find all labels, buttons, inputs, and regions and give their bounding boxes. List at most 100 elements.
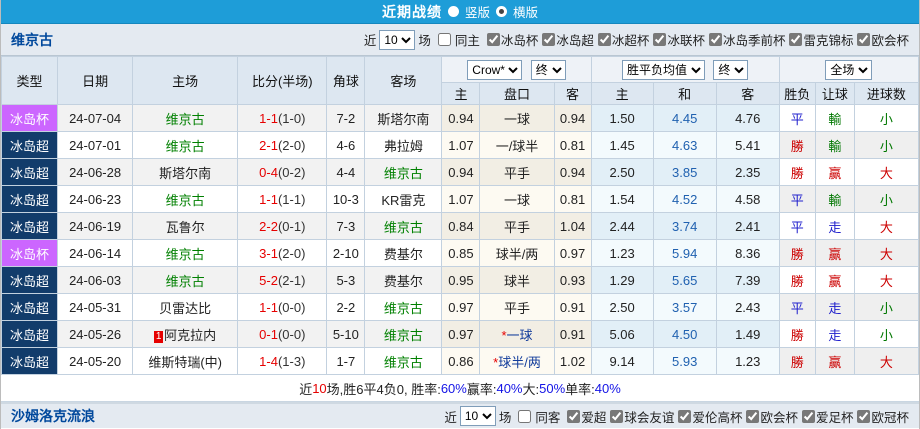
avg-state-select[interactable]: 终 [713,60,748,80]
half-score: (0-0) [278,300,305,315]
avg-odds-select[interactable]: 胜平负均值 [622,60,705,80]
half-score: (0-1) [278,219,305,234]
full-score: 1-1 [259,111,278,126]
avg-away-odds-cell: 4.76 [716,105,779,132]
league-type-cell: 冰岛杯 [2,105,58,132]
result-goals-cell: 小 [854,186,918,213]
half-score: (2-1) [278,273,305,288]
team-link[interactable]: 斯塔尔南 [377,112,429,127]
corner-cell: 5-10 [327,321,365,348]
team-link[interactable]: 维京古 [384,328,423,343]
league-checkbox[interactable] [857,33,870,46]
scope-select[interactable]: 全场 [825,60,872,80]
same-venue-checkbox-bottom[interactable] [518,410,531,423]
league-checkbox[interactable] [567,410,580,423]
away-team-cell: 维京古 [365,321,442,348]
stat-segment: 赢率: [467,379,497,398]
score-cell: 1-1(0-0) [238,294,327,321]
col-header-home: 主场 [133,57,238,105]
match-date-cell: 24-06-28 [58,159,133,186]
match-date-cell: 24-05-31 [58,294,133,321]
league-type-cell: 冰岛超 [2,186,58,213]
team-link[interactable]: 1阿克拉内 [154,328,216,343]
horizontal-layout-label[interactable]: 横版 [513,2,538,21]
team-link[interactable]: 费基尔 [384,274,423,289]
result-goals-cell: 大 [854,213,918,240]
handicap-state-select[interactable]: 终 [531,60,566,80]
avg-home-odds-cell: 1.29 [591,267,653,294]
handicap-away-odds-cell: 0.81 [554,132,591,159]
handicap-home-odds-cell: 0.84 [442,213,480,240]
team-link[interactable]: 斯塔尔南 [159,166,211,181]
team-link[interactable]: 维京古 [384,301,423,316]
team-link[interactable]: 费基尔 [384,247,423,262]
same-venue-checkbox[interactable] [438,33,451,46]
team-link[interactable]: 弗拉姆 [384,139,423,154]
team-link[interactable]: 维京古 [166,193,205,208]
league-checkbox[interactable] [653,33,666,46]
league-checkbox-label: 雷克锦标 [803,30,853,49]
avg-away-odds-cell: 2.35 [716,159,779,186]
team-link[interactable]: 维京古 [384,355,423,370]
result-wdl-cell: 勝 [779,240,815,267]
league-checkbox[interactable] [487,33,500,46]
full-score: 3-1 [259,246,278,261]
team-link-home[interactable]: 维京古 [11,30,53,50]
avg-home-odds-cell: 1.54 [591,186,653,213]
avg-draw-odds-cell: 3.57 [653,294,716,321]
team-link[interactable]: 维京古 [166,139,205,154]
bookmaker-select[interactable]: Crow* [467,60,522,80]
panel-title: 近期战绩 [382,2,442,22]
league-checkbox-label: 冰联杯 [667,30,705,49]
subcol-crow-away: 客 [554,83,591,105]
team-link[interactable]: 维京古 [384,220,423,235]
team-link[interactable]: 维京古 [384,166,423,181]
team-link[interactable]: KR雷克 [381,193,425,208]
avg-away-odds-cell: 5.41 [716,132,779,159]
team-link[interactable]: 维京古 [166,247,205,262]
result-wdl-cell: 平 [779,294,815,321]
team-link[interactable]: 维京古 [166,274,205,289]
next-team-filter-bar: 沙姆洛克流浪 近 10 场 同客 爱超球会友谊爱伦高杯欧会杯爱足杯欧冠杯 [1,402,919,428]
team-link[interactable]: 维京古 [166,112,205,127]
full-score: 5-2 [259,273,278,288]
result-goals-cell: 小 [854,294,918,321]
col-header-type: 类型 [2,57,58,105]
league-checkbox[interactable] [789,33,802,46]
subcol-handicap: 盘口 [480,83,554,105]
avg-home-odds-cell: 5.06 [591,321,653,348]
away-team-cell: 费基尔 [365,240,442,267]
home-team-cell: 瓦鲁尔 [133,213,238,240]
league-checkbox[interactable] [542,33,555,46]
team-link[interactable]: 维斯特瑞(中) [148,355,222,370]
team-link-away[interactable]: 沙姆洛克流浪 [11,406,95,426]
handicap-away-odds-cell: 0.81 [554,186,591,213]
col-header-corner: 角球 [327,57,365,105]
league-checkbox[interactable] [802,410,815,423]
match-count-select-bottom[interactable]: 10 [460,406,496,426]
vertical-layout-radio[interactable] [448,6,459,17]
league-checkbox[interactable] [598,33,611,46]
league-checkbox[interactable] [746,410,759,423]
team-link[interactable]: 瓦鲁尔 [166,220,205,235]
corner-cell: 7-2 [327,105,365,132]
league-checkbox[interactable] [857,410,870,423]
match-count-select[interactable]: 10 [379,30,415,50]
col-header-date: 日期 [58,57,133,105]
result-wdl-cell: 平 [779,105,815,132]
league-checkbox[interactable] [709,33,722,46]
vertical-layout-label[interactable]: 竖版 [465,2,490,21]
result-wdl-cell: 平 [779,213,815,240]
league-checkbox-label: 球会友谊 [624,407,674,426]
team-link[interactable]: 贝雷达比 [159,301,211,316]
result-handicap-cell: 走 [815,213,854,240]
stat-segment: 40% [595,381,621,396]
match-row: 冰岛超24-05-31贝雷达比1-1(0-0)2-2维京古0.97平手0.912… [2,294,919,321]
result-handicap-cell: 赢 [815,240,854,267]
horizontal-layout-radio[interactable] [496,6,507,17]
result-wdl-cell: 勝 [779,132,815,159]
handicap-line-cell: 一球 [480,186,554,213]
league-checkbox[interactable] [610,410,623,423]
league-checkbox[interactable] [678,410,691,423]
handicap-line-cell: 一球 [480,105,554,132]
